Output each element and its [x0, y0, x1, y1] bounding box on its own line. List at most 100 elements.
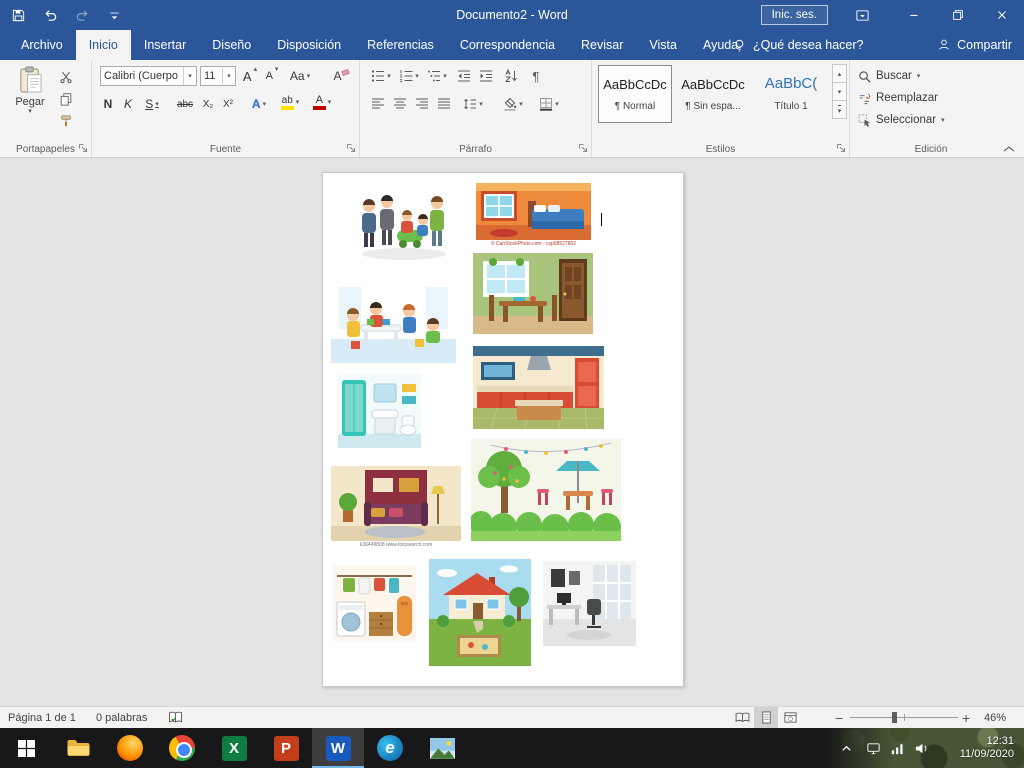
font-family-combo[interactable]: Calibri (Cuerpo ▾ [100, 66, 197, 86]
justify-button[interactable] [434, 94, 454, 114]
print-layout-button[interactable] [754, 707, 778, 728]
paragraph-dialog-launcher[interactable] [578, 143, 588, 153]
align-left-button[interactable] [368, 94, 388, 114]
document-page[interactable]: © CanStockPhoto.com - csp68527802 k36449… [322, 172, 684, 687]
subscript-button[interactable]: X₂ [198, 94, 218, 114]
zoom-level[interactable]: 46% [984, 707, 1006, 728]
font-size-combo[interactable]: 11 ▾ [200, 66, 236, 86]
show-marks-button[interactable]: ¶ [526, 66, 546, 86]
doc-image-garden[interactable] [471, 439, 621, 541]
clear-formatting-button[interactable]: A [330, 66, 352, 86]
multilevel-list-button[interactable]: ▾ [424, 66, 450, 86]
doc-image-bedroom[interactable]: © CanStockPhoto.com - csp68527802 [476, 183, 591, 248]
start-button[interactable] [0, 728, 52, 768]
numbering-button[interactable]: ▾ [396, 66, 422, 86]
read-mode-button[interactable] [730, 707, 754, 728]
select-button[interactable]: Seleccionar▾ [858, 110, 945, 130]
doc-image-laundry[interactable] [333, 566, 416, 641]
proofing-icon[interactable] [168, 707, 183, 728]
bullets-button[interactable]: ▾ [368, 66, 394, 86]
tray-show-hidden-icon[interactable] [836, 728, 856, 768]
doc-image-house[interactable] [429, 559, 531, 666]
paste-button[interactable]: Pegar ▾ [7, 65, 53, 139]
superscript-button[interactable]: X² [218, 94, 238, 114]
close-button[interactable] [980, 0, 1024, 30]
sort-button[interactable] [500, 66, 522, 86]
line-spacing-button[interactable]: ▾ [460, 94, 486, 114]
zoom-out-button[interactable]: − [835, 707, 843, 728]
shading-button[interactable]: ▾ [500, 94, 526, 114]
excel-icon[interactable]: X [208, 728, 260, 768]
increase-indent-button[interactable] [476, 66, 496, 86]
tab-inicio[interactable]: Inicio [76, 30, 131, 60]
doc-image-kids[interactable] [331, 281, 456, 363]
styles-scroll-up-icon[interactable]: ▴ [832, 64, 847, 83]
document-area[interactable]: © CanStockPhoto.com - csp68527802 k36449… [0, 158, 1024, 706]
highlight-color-button[interactable]: ab▾ [276, 92, 304, 112]
sign-in-button[interactable]: Inic. ses. [761, 5, 828, 25]
align-center-button[interactable] [390, 94, 410, 114]
file-explorer-icon[interactable] [52, 728, 104, 768]
doc-image-living-room[interactable]: k36449808 www.fotosearch.com [331, 466, 461, 549]
tab-revisar[interactable]: Revisar [568, 30, 636, 60]
restore-button[interactable] [936, 0, 980, 30]
decrease-indent-button[interactable] [454, 66, 474, 86]
style-heading1[interactable]: AaBbC( Título 1 [754, 65, 828, 123]
firefox-icon[interactable] [104, 728, 156, 768]
zoom-slider-thumb[interactable] [892, 712, 897, 723]
chrome-icon[interactable] [156, 728, 208, 768]
font-dialog-launcher[interactable] [346, 143, 356, 153]
style-no-spacing[interactable]: AaBbCcDc ¶ Sin espa... [676, 65, 750, 123]
doc-image-family[interactable] [349, 186, 459, 263]
tray-volume-icon[interactable] [910, 728, 932, 768]
grow-font-button[interactable]: A▴ [240, 66, 260, 86]
tab-diseno[interactable]: Diseño [199, 30, 264, 60]
minimize-button[interactable] [892, 0, 936, 30]
ribbon-display-options-icon[interactable] [854, 7, 870, 23]
strikethrough-button[interactable]: abc [172, 94, 198, 114]
cut-button[interactable] [56, 68, 76, 86]
tab-correspondencia[interactable]: Correspondencia [447, 30, 568, 60]
change-case-button[interactable]: Aa▾ [286, 66, 314, 86]
page-indicator[interactable]: Página 1 de 1 [8, 707, 76, 728]
font-color-button[interactable]: A▾ [308, 92, 336, 112]
styles-dialog-launcher[interactable] [836, 143, 846, 153]
doc-image-dining-room[interactable] [473, 253, 593, 334]
tell-me-box[interactable]: ¿Qué desea hacer? [732, 30, 864, 60]
format-painter-button[interactable] [56, 112, 76, 130]
word-count[interactable]: 0 palabras [96, 707, 147, 728]
tab-vista[interactable]: Vista [636, 30, 690, 60]
zoom-slider[interactable] [850, 707, 958, 728]
text-effects-button[interactable]: A▾ [246, 94, 272, 114]
web-layout-button[interactable] [778, 707, 802, 728]
style-normal[interactable]: AaBbCcDc ¶ Normal [598, 65, 672, 123]
borders-button[interactable]: ▾ [536, 94, 562, 114]
zoom-in-button[interactable]: + [962, 707, 970, 728]
share-button[interactable]: Compartir [937, 30, 1012, 60]
font-size-dropdown-icon[interactable]: ▾ [222, 67, 235, 85]
tray-display-icon[interactable] [862, 728, 884, 768]
tab-disposicion[interactable]: Disposición [264, 30, 354, 60]
tray-network-icon[interactable] [886, 728, 908, 768]
underline-button[interactable]: S▾ [138, 94, 166, 114]
italic-button[interactable]: K [118, 94, 138, 114]
doc-image-bathroom[interactable] [338, 374, 421, 456]
tab-archivo[interactable]: Archivo [8, 30, 76, 60]
find-button[interactable]: Buscar▾ [858, 66, 920, 86]
word-icon-active[interactable]: W [312, 728, 364, 768]
powerpoint-icon[interactable]: P [260, 728, 312, 768]
tab-insertar[interactable]: Insertar [131, 30, 199, 60]
doc-image-office[interactable] [543, 561, 636, 646]
bold-button[interactable]: N [98, 94, 118, 114]
clipboard-dialog-launcher[interactable] [78, 143, 88, 153]
styles-gallery-expand-icon[interactable]: ▾ [832, 100, 847, 119]
replace-button[interactable]: Reemplazar [858, 88, 938, 108]
copy-button[interactable] [56, 90, 76, 108]
doc-image-kitchen[interactable] [473, 346, 604, 429]
shrink-font-button[interactable]: A▾ [262, 66, 282, 86]
edge-icon[interactable]: e [364, 728, 416, 768]
align-right-button[interactable] [412, 94, 432, 114]
font-family-dropdown-icon[interactable]: ▾ [183, 67, 196, 85]
styles-scroll-down-icon[interactable]: ▾ [832, 82, 847, 101]
tab-referencias[interactable]: Referencias [354, 30, 447, 60]
